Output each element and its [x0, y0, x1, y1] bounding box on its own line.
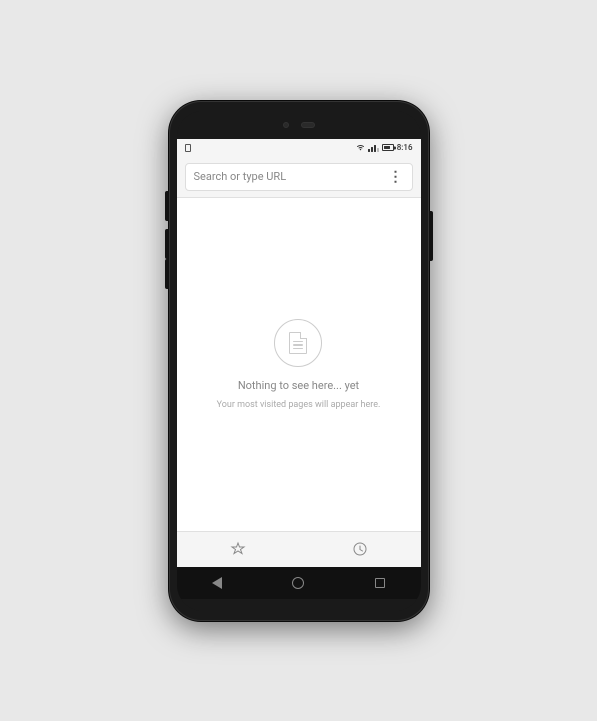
speaker-grille	[301, 122, 315, 128]
screen: 8:16 Search or type URL ⋮	[177, 139, 421, 567]
browser-content: Nothing to see here... yet Your most vis…	[177, 198, 421, 531]
home-button[interactable]	[286, 571, 310, 595]
phone-inner: 8:16 Search or type URL ⋮	[177, 111, 421, 611]
history-button[interactable]	[344, 533, 376, 565]
empty-subtitle: Your most visited pages will appear here…	[217, 400, 381, 410]
doc-line-3	[293, 348, 303, 350]
address-bar-container: Search or type URL ⋮	[177, 157, 421, 198]
more-options-icon[interactable]: ⋮	[389, 170, 404, 184]
back-button[interactable]	[205, 571, 229, 595]
status-right: 8:16	[356, 143, 413, 152]
wifi-icon	[356, 144, 365, 151]
status-bar: 8:16	[177, 139, 421, 157]
empty-title: Nothing to see here... yet	[238, 379, 359, 392]
history-clock-icon	[352, 541, 368, 557]
recents-square-icon	[375, 578, 385, 588]
address-bar[interactable]: Search or type URL ⋮	[185, 163, 413, 191]
back-triangle-icon	[212, 577, 222, 589]
battery-fill	[384, 146, 390, 149]
home-circle-icon	[292, 577, 304, 589]
address-text: Search or type URL	[194, 170, 389, 183]
phone-bottom	[177, 599, 421, 611]
camera-dot	[283, 122, 289, 128]
phone-top-bar	[177, 111, 421, 139]
system-nav-bar	[177, 567, 421, 599]
empty-icon-circle	[274, 319, 322, 367]
phone-device: 8:16 Search or type URL ⋮	[169, 101, 429, 621]
doc-line-1	[293, 341, 303, 343]
recents-button[interactable]	[368, 571, 392, 595]
signal-icon	[368, 144, 379, 152]
document-icon	[289, 332, 307, 354]
doc-lines	[293, 341, 303, 352]
notification-icon	[185, 144, 191, 152]
empty-state: Nothing to see here... yet Your most vis…	[217, 319, 381, 410]
bookmarks-button[interactable]	[222, 533, 254, 565]
doc-line-2	[293, 344, 303, 346]
status-left	[185, 144, 191, 152]
status-time: 8:16	[397, 143, 413, 152]
bookmark-star-icon	[230, 541, 246, 557]
battery-icon	[382, 144, 394, 151]
browser-nav-bar	[177, 531, 421, 567]
